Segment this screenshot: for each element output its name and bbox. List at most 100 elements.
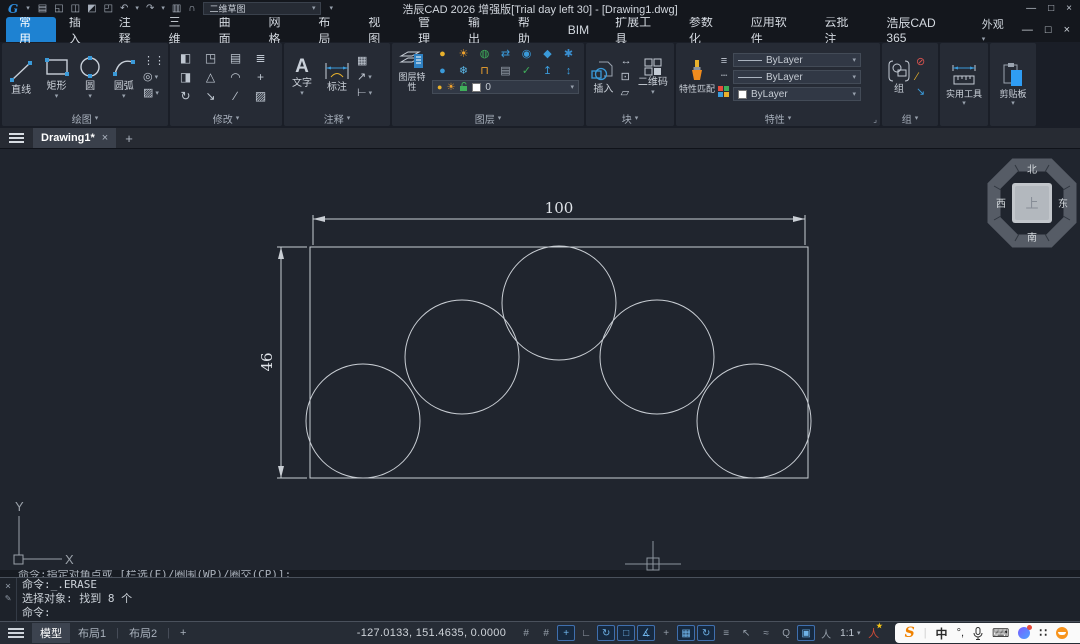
layout1-tab[interactable]: 布局1 [70, 623, 114, 643]
new-file-icon[interactable]: ▤ [38, 3, 47, 14]
tab-surface[interactable]: 曲面 [206, 17, 256, 42]
ungroup-icon[interactable]: ⊘ [916, 57, 925, 68]
color-palette-icon[interactable] [718, 86, 730, 98]
document-tab-drawing1[interactable]: Drawing1* × [33, 128, 116, 148]
drawn-circle-1[interactable] [306, 364, 420, 478]
view-cube[interactable]: 北 南 西 东 上 [986, 157, 1078, 249]
draw-more-tools-icon[interactable]: ⋮⋮ [143, 56, 165, 67]
layer-tool-icon[interactable]: ● [439, 65, 446, 77]
annotation-visibility-toggle[interactable]: 人 [817, 625, 835, 641]
insert-block-button[interactable]: 插入 [589, 59, 618, 96]
modify-tool-icon[interactable]: ▤ [230, 51, 241, 65]
drawn-circle-4[interactable] [600, 300, 714, 414]
layer-tool-icon[interactable]: ◆ [543, 47, 551, 60]
snap-tracking-toggle[interactable]: ∡ [637, 625, 655, 641]
drawn-circle-3[interactable] [502, 246, 616, 360]
minimize-button[interactable]: — [1026, 3, 1036, 14]
appearance-dropdown[interactable]: 外观 ▾ [982, 16, 1010, 44]
lineweight-dropdown[interactable]: ByLayer ▾ [733, 70, 861, 84]
text-tool-button[interactable]: A 文字 ▾ [287, 57, 317, 98]
ime-emoji-icon[interactable] [1056, 627, 1068, 639]
rectangle-tool-button[interactable]: 矩形 ▾ [40, 54, 72, 101]
app-logo-icon[interactable]: G [8, 2, 18, 16]
tab-output[interactable]: 输出 [455, 17, 505, 42]
3d-object-snap-toggle[interactable]: ≈ [757, 625, 775, 641]
command-pen-icon[interactable]: ✎ [5, 593, 11, 604]
drawn-circle-2[interactable] [405, 300, 519, 414]
modify-tool-icon[interactable]: ∕ [234, 89, 236, 103]
tab-help[interactable]: 帮助 [505, 17, 555, 42]
modify-tool-icon[interactable]: ◠ [230, 70, 240, 84]
ime-skin-icon[interactable] [1018, 627, 1030, 639]
hatch-tool-icon[interactable]: ▨▾ [143, 88, 165, 99]
redo-caret-icon[interactable]: ▾ [161, 5, 165, 12]
app-menu-caret-icon[interactable]: ▾ [26, 5, 30, 12]
lineweight-list-icon[interactable]: ┄ [721, 71, 728, 82]
polar-tracking-toggle[interactable]: ↻ [597, 625, 615, 641]
linetype-list-icon[interactable]: ≡ [721, 56, 727, 67]
revision-cloud-icon[interactable]: ◎▾ [143, 72, 165, 83]
command-prompt[interactable]: 命令: [22, 606, 132, 620]
view-cube-top-label[interactable]: 上 [1025, 196, 1038, 211]
modify-tool-icon[interactable]: ↘ [205, 89, 215, 103]
tab-view[interactable]: 视图 [355, 17, 405, 42]
block-attribute-icon[interactable]: ▱ [621, 88, 632, 99]
panel-layer-footer[interactable]: 图层▾ [392, 111, 584, 126]
new-doc-tab-button[interactable]: + [116, 128, 142, 148]
tab-bim[interactable]: BIM [555, 17, 602, 42]
group-add-icon[interactable]: ↘ [916, 87, 925, 98]
model-tab[interactable]: 模型 [32, 623, 70, 643]
workspace-switch-toggle[interactable]: ▣ [797, 625, 815, 641]
clipboard-button[interactable]: 剪贴板 ▾ [993, 62, 1033, 107]
hatch-display-toggle[interactable]: ▦ [677, 625, 695, 641]
selection-cycling-toggle[interactable]: ↖ [737, 625, 755, 641]
open-file-icon[interactable]: ◱ [54, 3, 63, 14]
drawing-canvas[interactable]: 100 46 Y X 北 南 西 东 上 [0, 148, 1080, 570]
ime-toolbox-icon[interactable]: ∷ [1039, 626, 1047, 640]
qat-customize-caret-icon[interactable]: ▾ [329, 5, 333, 12]
ime-language-toggle[interactable]: 中 [936, 625, 948, 642]
match-properties-button[interactable]: 特性匹配 [679, 59, 715, 94]
modify-tool-icon[interactable]: △ [206, 70, 215, 84]
layer-tool-icon[interactable]: ▤ [500, 64, 510, 77]
properties-dialog-launcher-icon[interactable]: ⌟ [873, 115, 877, 124]
save-as-icon[interactable]: ◩ [87, 3, 96, 14]
layer-tool-icon[interactable]: ❄ [459, 64, 468, 77]
ime-microphone-icon[interactable] [973, 627, 983, 640]
tab-gstarcad365[interactable]: 浩辰CAD 365 [873, 17, 971, 42]
layer-tool-icon[interactable]: ☀ [459, 47, 469, 60]
panel-group-footer[interactable]: 组▾ [882, 111, 938, 126]
layer-tool-icon[interactable]: ↥ [543, 64, 552, 77]
new-layout-button[interactable]: + [172, 625, 194, 641]
layout2-tab[interactable]: 布局2 [121, 623, 165, 643]
modify-tool-icon[interactable]: + [257, 70, 264, 84]
layer-tool-icon[interactable]: ⊓ [480, 64, 489, 77]
layer-properties-button[interactable]: 图层特性 [395, 45, 429, 93]
layer-tool-icon[interactable]: ↕ [566, 65, 572, 77]
linetype-dropdown[interactable]: ByLayer ▾ [733, 53, 861, 67]
tab-annotate[interactable]: 注释 [106, 17, 156, 42]
annotation-scale-sync-icon[interactable]: 人★ [865, 625, 883, 641]
tab-parametric[interactable]: 参数化 [676, 17, 738, 42]
tab-cloud-markup[interactable]: 云批注 [812, 17, 874, 42]
layer-tool-icon[interactable]: ✱ [564, 47, 573, 60]
command-window[interactable]: × ✎ 命令:_.ERASE 选择对象: 找到 8 个 命令: [0, 577, 1080, 622]
tab-insert[interactable]: 插入 [56, 17, 106, 42]
toolbar-palette-icon[interactable]: ▥ [172, 3, 181, 14]
layer-tool-icon[interactable]: ✓ [522, 64, 531, 77]
quick-view-toggle[interactable]: Q [777, 625, 795, 641]
undo-caret-icon[interactable]: ▾ [135, 5, 139, 12]
circle-tool-button[interactable]: 圆 ▾ [76, 54, 105, 101]
ortho-toggle[interactable]: ∟ [577, 625, 595, 641]
qrcode-button[interactable]: 二维码 ▾ [635, 58, 671, 97]
panel-annotation-footer[interactable]: 注释▾ [284, 111, 390, 126]
redo-icon[interactable]: ↷ [146, 3, 154, 14]
ime-punctuation-toggle[interactable]: °, [957, 627, 964, 639]
modify-tool-icon[interactable]: ◨ [180, 70, 191, 84]
modify-tool-icon[interactable]: ≣ [255, 51, 265, 65]
modify-tool-icon[interactable]: ↻ [180, 89, 190, 103]
workspace-dropdown[interactable]: 二维草图 ▾ [203, 2, 321, 15]
object-snap-toggle[interactable]: □ [617, 625, 635, 641]
view-cube-north[interactable]: 北 [1027, 164, 1037, 176]
layer-tool-icon[interactable]: ⇄ [501, 47, 510, 60]
